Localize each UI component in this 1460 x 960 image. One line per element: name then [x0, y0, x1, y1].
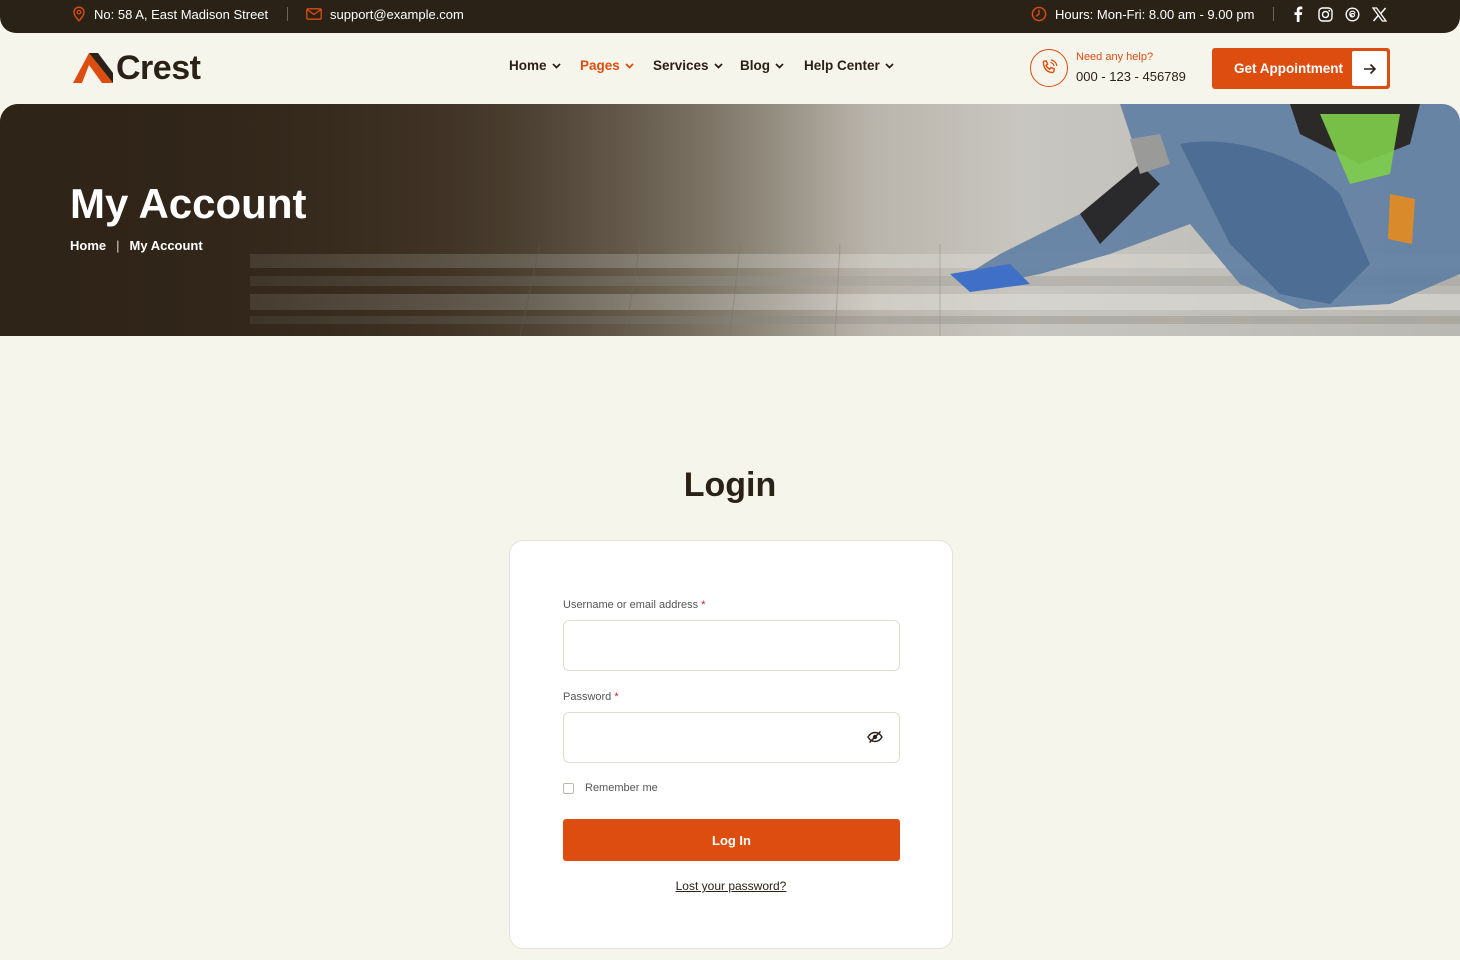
nav-services-label: Services	[653, 58, 709, 73]
page-title: My Account	[70, 180, 307, 227]
nav-home-label: Home	[509, 58, 547, 73]
cta-label: Get Appointment	[1234, 61, 1343, 76]
nav-home[interactable]: Home	[509, 58, 561, 73]
username-label: Username or email address *	[563, 599, 705, 611]
remember-me-checkbox[interactable]	[563, 783, 574, 794]
password-label-text: Password	[563, 691, 612, 703]
password-label: Password *	[563, 691, 619, 703]
nav-help-center[interactable]: Help Center	[804, 58, 894, 73]
login-form: Username or email address * Password * R…	[509, 540, 953, 949]
chevron-down-icon	[551, 62, 561, 69]
password-input[interactable]	[563, 712, 900, 763]
login-heading: Login	[683, 466, 777, 504]
mail-icon	[306, 8, 322, 20]
logo-text: Crest	[116, 48, 201, 87]
chevron-down-icon	[885, 62, 894, 69]
breadcrumb-current: My Account	[129, 238, 203, 253]
help-phone[interactable]: 000 - 123 - 456789	[1076, 69, 1186, 84]
hours-item: Hours: Mon-Fri: 8.00 am - 9.00 pm	[1031, 0, 1254, 28]
breadcrumb: Home | My Account	[70, 238, 203, 253]
site-logo[interactable]: Crest	[72, 48, 201, 87]
logo-mark-icon	[73, 53, 113, 83]
nav-blog-label: Blog	[740, 58, 770, 73]
help-label: Need any help?	[1076, 51, 1154, 63]
divider	[1273, 7, 1274, 21]
arrow-right-icon	[1352, 51, 1387, 86]
phone-badge[interactable]	[1030, 49, 1068, 87]
address-item: No: 58 A, East Madison Street	[72, 0, 268, 28]
nav-services[interactable]: Services	[653, 58, 723, 73]
breadcrumb-separator: |	[116, 238, 120, 253]
username-label-text: Username or email address	[563, 599, 699, 611]
nav-pages[interactable]: Pages	[580, 58, 634, 73]
required-mark: *	[701, 599, 706, 611]
login-button[interactable]: Log In	[563, 819, 900, 861]
chevron-down-icon	[775, 62, 784, 69]
location-pin-icon	[72, 6, 86, 22]
address-text: No: 58 A, East Madison Street	[94, 6, 269, 22]
chevron-down-icon	[713, 62, 723, 69]
username-input[interactable]	[563, 620, 900, 671]
eye-slash-icon[interactable]	[866, 728, 884, 746]
nav-help-center-label: Help Center	[804, 58, 880, 73]
required-mark: *	[614, 691, 619, 703]
hours-text: Hours: Mon-Fri: 8.00 am - 9.00 pm	[1055, 6, 1255, 22]
divider	[287, 7, 288, 21]
breadcrumb-home[interactable]: Home	[70, 238, 106, 253]
threads-icon[interactable]	[1342, 4, 1362, 24]
phone-call-icon	[1042, 59, 1058, 74]
top-bar: No: 58 A, East Madison Street support@ex…	[0, 0, 1460, 33]
nav-blog[interactable]: Blog	[740, 58, 784, 73]
lost-password-link[interactable]: Lost your password?	[510, 879, 952, 893]
remember-me-label[interactable]: Remember me	[585, 782, 658, 794]
instagram-icon[interactable]	[1315, 4, 1335, 24]
clock-icon	[1031, 6, 1047, 22]
chevron-down-icon	[625, 62, 634, 69]
nav-pages-label: Pages	[580, 58, 620, 73]
page-hero: My Account Home | My Account	[0, 104, 1460, 336]
facebook-icon[interactable]	[1288, 4, 1308, 24]
email-link[interactable]: support@example.com	[330, 7, 464, 22]
email-item[interactable]: support@example.com	[306, 0, 464, 28]
x-icon[interactable]	[1369, 4, 1389, 24]
get-appointment-button[interactable]: Get Appointment	[1212, 48, 1390, 89]
